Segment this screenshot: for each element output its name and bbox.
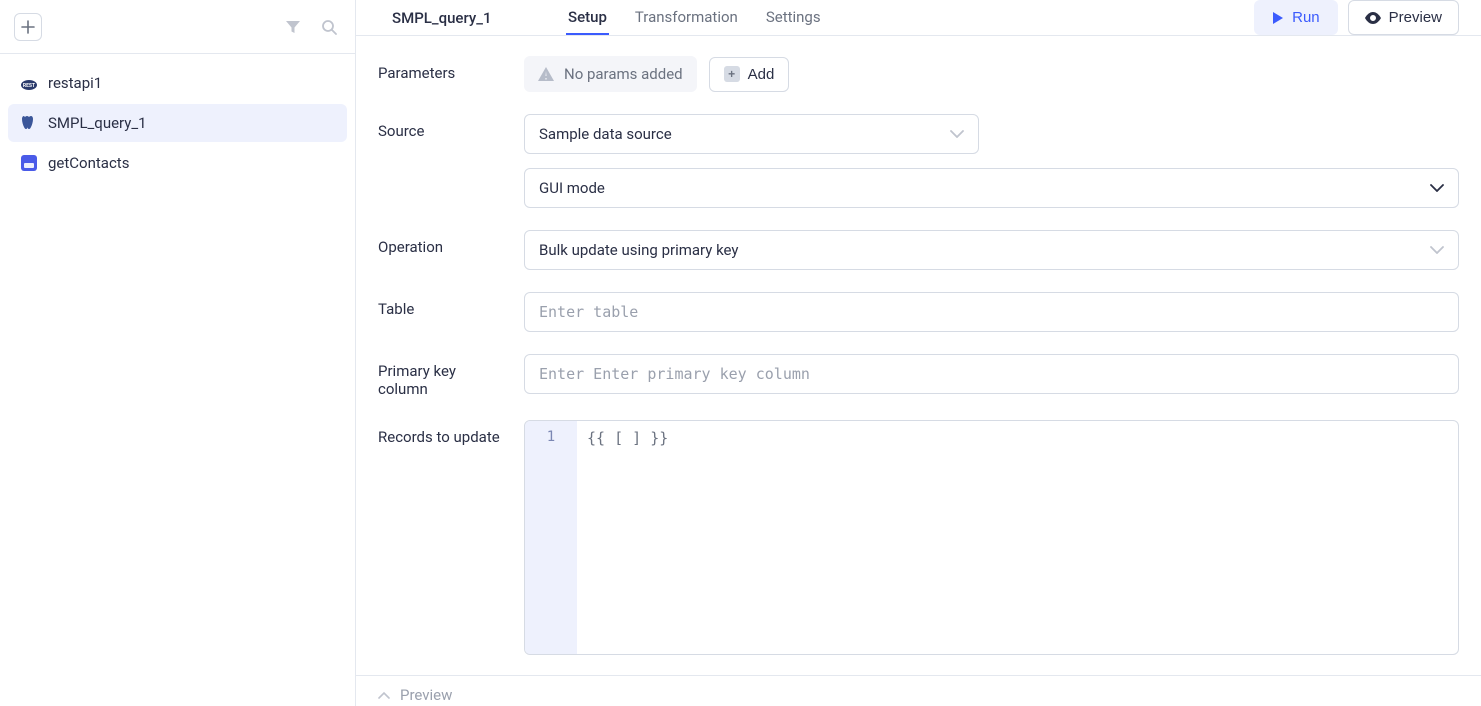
run-button-label: Run — [1292, 9, 1320, 26]
run-button[interactable]: Run — [1254, 0, 1338, 35]
no-params-text: No params added — [564, 65, 683, 83]
chevron-down-icon — [1430, 184, 1444, 192]
svg-text:REST: REST — [23, 83, 35, 89]
search-button[interactable] — [317, 15, 341, 39]
primary-key-label: Primary key column — [378, 354, 508, 398]
tabs: Setup Transformation Settings — [566, 0, 823, 35]
sidebar-item-label: restapi1 — [48, 74, 102, 92]
form-content: Parameters No params added + Add Source — [356, 36, 1481, 675]
sidebar-item-label: SMPL_query_1 — [48, 114, 147, 132]
sidebar-item-getcontacts[interactable]: getContacts — [8, 144, 347, 182]
records-code-editor[interactable]: 1 {{ [ ] }} — [524, 420, 1459, 655]
mode-select[interactable]: GUI mode — [524, 168, 1459, 208]
postgres-icon — [20, 114, 38, 132]
source-select[interactable]: Sample data source — [524, 114, 979, 154]
chevron-up-icon — [378, 691, 390, 699]
operation-select[interactable]: Bulk update using primary key — [524, 230, 1459, 270]
bottom-preview-bar[interactable]: Preview — [356, 675, 1481, 706]
sidebar-item-label: getContacts — [48, 154, 129, 172]
source-value: Sample data source — [539, 125, 672, 143]
sidebar-list: REST restapi1 SMPL_query_1 getContacts — [0, 54, 355, 192]
warning-icon — [538, 67, 554, 81]
add-query-button[interactable] — [14, 13, 42, 41]
operation-value: Bulk update using primary key — [539, 241, 738, 259]
main-panel: SMPL_query_1 Setup Transformation Settin… — [356, 0, 1481, 706]
tab-settings[interactable]: Settings — [764, 0, 823, 35]
table-label: Table — [378, 292, 508, 318]
no-params-chip: No params added — [524, 56, 697, 92]
sidebar-item-smpl-query-1[interactable]: SMPL_query_1 — [8, 104, 347, 142]
add-param-label: Add — [748, 66, 775, 83]
chevron-down-icon — [950, 130, 964, 138]
sidebar-item-restapi1[interactable]: REST restapi1 — [8, 64, 347, 102]
operation-label: Operation — [378, 230, 508, 256]
preview-button-label: Preview — [1389, 9, 1442, 26]
source-label: Source — [378, 114, 508, 140]
filter-button[interactable] — [281, 15, 305, 39]
plus-icon — [21, 20, 35, 34]
js-icon — [20, 154, 38, 172]
tab-transformation[interactable]: Transformation — [633, 0, 740, 35]
primary-key-input[interactable] — [524, 354, 1459, 394]
records-label: Records to update — [378, 420, 508, 446]
parameters-label: Parameters — [378, 56, 508, 82]
line-number: 1 — [525, 429, 577, 445]
main-header: SMPL_query_1 Setup Transformation Settin… — [356, 0, 1481, 36]
rest-api-icon: REST — [20, 74, 38, 92]
mode-value: GUI mode — [539, 179, 605, 197]
play-icon — [1272, 11, 1284, 25]
search-icon — [321, 19, 337, 35]
tab-setup[interactable]: Setup — [566, 0, 609, 35]
table-input[interactable] — [524, 292, 1459, 332]
eye-icon — [1365, 12, 1381, 24]
page-title: SMPL_query_1 — [392, 9, 542, 27]
bottom-preview-label: Preview — [400, 686, 452, 704]
filter-icon — [285, 19, 301, 35]
preview-button[interactable]: Preview — [1348, 0, 1459, 35]
code-gutter: 1 — [525, 421, 577, 654]
sidebar-header — [0, 0, 355, 54]
add-param-button[interactable]: + Add — [709, 57, 790, 92]
code-content: {{ [ ] }} — [577, 421, 678, 654]
plus-icon: + — [724, 66, 740, 82]
sidebar: REST restapi1 SMPL_query_1 getContacts — [0, 0, 356, 706]
chevron-down-icon — [1430, 246, 1444, 254]
